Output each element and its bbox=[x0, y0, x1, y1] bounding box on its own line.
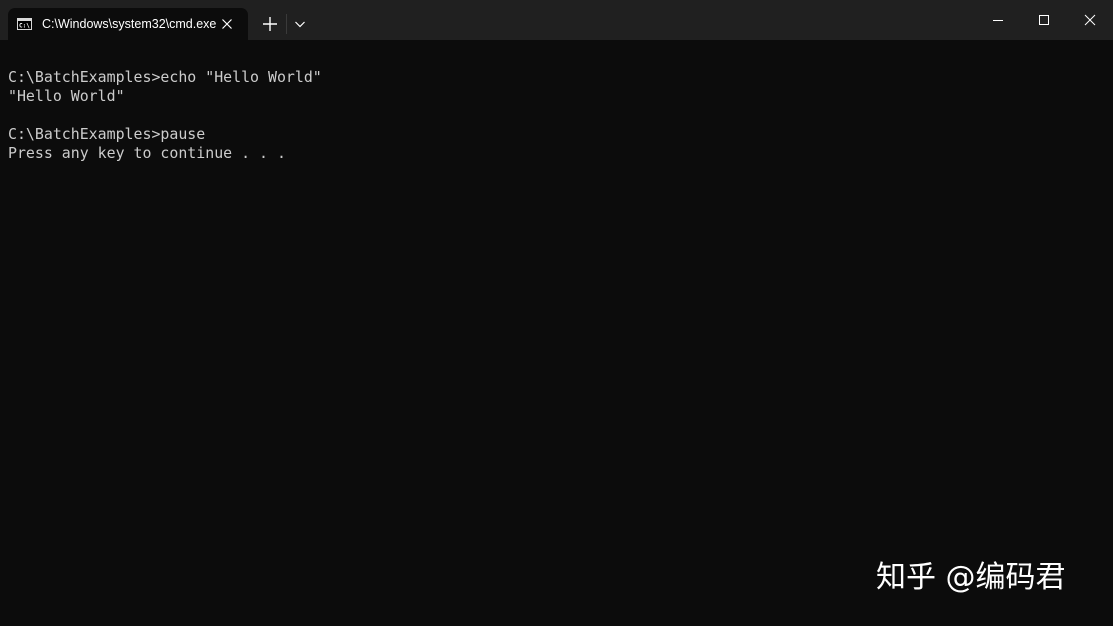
svg-text:C:\: C:\ bbox=[19, 23, 30, 30]
close-icon bbox=[1084, 14, 1096, 26]
close-window-button[interactable] bbox=[1067, 0, 1113, 40]
tab-cmd[interactable]: C:\ C:\Windows\system32\cmd.exe bbox=[8, 8, 248, 40]
tab-close-icon[interactable] bbox=[219, 16, 235, 32]
terminal-area[interactable]: C:\BatchExamples>echo "Hello World" "Hel… bbox=[0, 40, 1113, 626]
new-tab-button[interactable] bbox=[256, 12, 284, 36]
terminal-line: "Hello World" bbox=[8, 87, 125, 105]
maximize-icon bbox=[1039, 15, 1049, 25]
terminal-line: C:\BatchExamples>echo "Hello World" bbox=[8, 68, 322, 86]
terminal-line: C:\BatchExamples>pause bbox=[8, 125, 206, 143]
plus-icon bbox=[263, 17, 277, 31]
tab-title: C:\Windows\system32\cmd.exe bbox=[42, 17, 216, 31]
maximize-button[interactable] bbox=[1021, 0, 1067, 40]
terminal-line: Press any key to continue . . . bbox=[8, 144, 286, 162]
minimize-button[interactable] bbox=[975, 0, 1021, 40]
tab-dropdown-button[interactable] bbox=[290, 12, 310, 36]
chevron-down-icon bbox=[295, 21, 305, 28]
watermark: 知乎 @编码君 bbox=[876, 560, 1066, 595]
terminal-window: C:\ C:\Windows\system32\cmd.exe C:\Batch… bbox=[0, 0, 1113, 626]
title-bar: C:\ C:\Windows\system32\cmd.exe bbox=[0, 0, 1113, 40]
terminal-output: C:\BatchExamples>echo "Hello World" "Hel… bbox=[8, 68, 1098, 163]
minimize-icon bbox=[993, 20, 1003, 21]
tab-separator bbox=[286, 14, 287, 34]
cmd-icon: C:\ bbox=[17, 18, 32, 30]
